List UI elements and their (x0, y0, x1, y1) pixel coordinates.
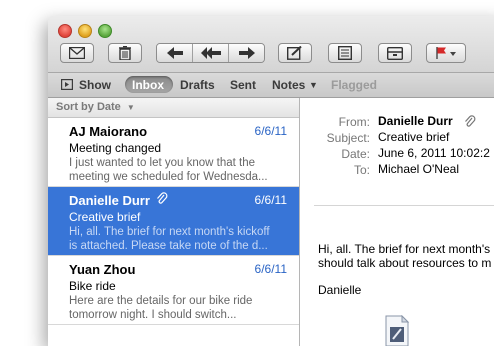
mail-window: Show Inbox Drafts Sent Notes ▼ Flagged S… (48, 16, 494, 346)
chevron-down-icon: ▼ (309, 80, 318, 90)
chevron-down-icon: ▼ (126, 103, 135, 112)
preview-line: Hi, all. The brief for next month's kick… (69, 226, 270, 238)
message-sender: AJ Maiorano (69, 124, 148, 139)
message-subject: Creative brief (69, 210, 141, 224)
new-note-button[interactable] (328, 43, 362, 63)
show-mailboxes-button[interactable]: Show (79, 78, 111, 92)
flag-icon (436, 47, 456, 59)
reply-all-button[interactable] (192, 44, 228, 62)
message-sender: Danielle Durr (69, 193, 150, 208)
message-date: 6/6/11 (254, 193, 287, 207)
list-item[interactable]: AJ Maiorano 6/6/11 Meeting changed I jus… (48, 118, 299, 187)
minimize-window-button[interactable] (78, 24, 92, 38)
to-value[interactable]: Michael O'Neal (378, 162, 459, 176)
message-subject: Meeting changed (69, 141, 162, 155)
fav-notes[interactable]: Notes (272, 78, 305, 92)
preview-line: I just wanted to let you know that the (69, 157, 256, 169)
reply-all-icon (200, 47, 221, 59)
subject-label: Subject: (326, 131, 370, 145)
message-subject: Bike ride (69, 279, 116, 293)
archive-button[interactable] (378, 43, 412, 63)
compose-icon (287, 46, 302, 60)
message-preview: Hi, all. The brief for next month's kick… (69, 225, 291, 253)
preview-line: is attached. Please take note of the d..… (69, 240, 268, 252)
message-sender: Yuan Zhou (69, 262, 136, 277)
reply-forward-group (156, 43, 265, 63)
preview-line: tomorrow night. I should switch... (69, 309, 237, 321)
envelope-icon (69, 47, 85, 59)
header-labels: From: Subject: Date: To: (300, 114, 370, 178)
trash-icon (119, 46, 131, 60)
message-body: Hi, all. The brief for next month's kick… (318, 242, 494, 270)
from-value[interactable]: Danielle Durr (378, 114, 453, 128)
reply-button[interactable] (157, 44, 192, 62)
fav-flagged[interactable]: Flagged (331, 78, 377, 92)
forward-button[interactable] (228, 44, 264, 62)
sort-label: Sort by Date (56, 101, 121, 113)
message-date: 6/6/11 (254, 124, 287, 138)
paperclip-icon (465, 115, 476, 127)
list-item[interactable]: Yuan Zhou 6/6/11 Bike ride Here are the … (48, 256, 299, 325)
flag-button[interactable] (426, 43, 466, 63)
close-window-button[interactable] (58, 24, 72, 38)
document-attachment-icon[interactable] (384, 315, 410, 346)
compose-button[interactable] (278, 43, 312, 63)
list-item-selected[interactable]: Danielle Durr 6/6/11 Creative brief Hi, … (48, 187, 299, 256)
date-label: Date: (341, 147, 370, 161)
get-mail-button[interactable] (60, 43, 94, 63)
fav-drafts[interactable]: Drafts (180, 78, 215, 92)
preview-line: Here are the details for our bike ride (69, 295, 253, 307)
fav-inbox[interactable]: Inbox (132, 78, 164, 92)
forward-icon (238, 47, 255, 59)
from-label: From: (338, 115, 370, 129)
show-mailboxes-icon (61, 79, 73, 90)
sort-bar[interactable]: Sort by Date ▼ (48, 98, 299, 118)
zoom-window-button[interactable] (98, 24, 112, 38)
message-viewer: From: Subject: Date: To: Danielle Durr C… (300, 98, 494, 346)
signature: Danielle (318, 283, 362, 297)
body-line: should talk about resources to m (318, 256, 492, 270)
archive-icon (387, 46, 403, 60)
delete-button[interactable] (108, 43, 142, 63)
fav-sent[interactable]: Sent (230, 78, 256, 92)
reply-icon (166, 47, 183, 59)
paperclip-icon (157, 192, 168, 204)
favorites-bar: Show Inbox Drafts Sent Notes ▼ Flagged (48, 73, 494, 98)
preview-line: meeting we scheduled for Wednesda... (69, 171, 268, 183)
to-label: To: (353, 163, 370, 177)
body-line: Hi, all. The brief for next month's kick… (318, 242, 494, 256)
header-divider (314, 205, 494, 206)
message-preview: Here are the details for our bike ride t… (69, 294, 291, 322)
message-date: 6/6/11 (254, 262, 287, 276)
message-list: Sort by Date ▼ AJ Maiorano 6/6/11 Meetin… (48, 98, 300, 346)
title-toolbar (48, 16, 494, 73)
subject-value: Creative brief (378, 130, 450, 144)
message-preview: I just wanted to let you know that the m… (69, 156, 291, 184)
date-value: June 6, 2011 10:02:2 (378, 146, 490, 160)
note-list-icon (338, 46, 352, 60)
